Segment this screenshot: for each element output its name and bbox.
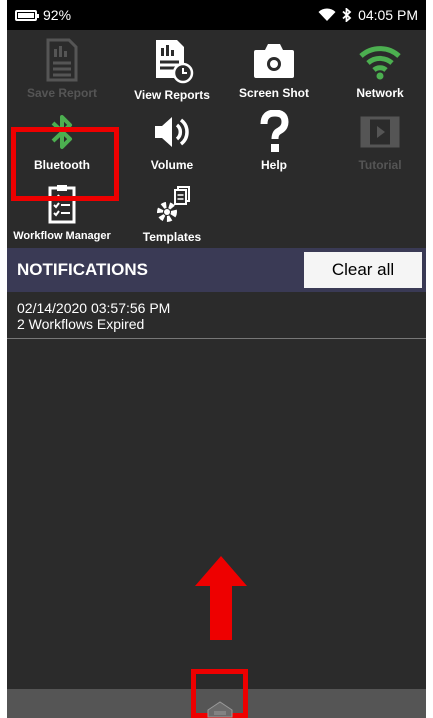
camera-icon [254,44,294,78]
battery-icon [15,9,39,21]
device-screen: 92% 04:05 PM Save Report View Reports Sc… [7,0,426,718]
tile-label: Tutorial [358,158,402,172]
tile-templates[interactable]: Templates [122,182,222,252]
bluetooth-icon [342,8,352,22]
tile-save-report: Save Report [12,38,112,108]
tile-tutorial: Tutorial [330,110,426,180]
tile-label: Workflow Manager [13,230,111,242]
status-bar: 92% 04:05 PM [7,0,426,30]
tile-label: Save Report [26,86,98,100]
notifications-header: NOTIFICATIONS Clear all [7,248,426,292]
tutorial-icon [360,116,400,148]
save-report-icon [46,38,78,82]
status-time: 04:05 PM [358,7,418,23]
wifi-icon [359,46,401,80]
tile-label: Network [356,86,404,100]
bluetooth-highlight-box [11,127,119,201]
volume-icon [155,117,189,147]
view-reports-icon [156,40,194,84]
tile-label: Templates [142,230,202,244]
tile-volume[interactable]: Volume [122,110,222,180]
notification-item[interactable]: 02/14/2020 03:57:56 PM 2 Workflows Expir… [7,292,426,339]
tile-screen-shot[interactable]: Screen Shot [224,38,324,108]
drawer-handle-icon[interactable] [205,700,235,718]
tile-network[interactable]: Network [330,38,426,108]
templates-icon [157,186,190,222]
notification-message: 2 Workflows Expired [17,316,145,332]
notification-timestamp: 02/14/2020 03:57:56 PM [17,300,171,316]
tile-label: Screen Shot [238,86,310,100]
tile-label: View Reports [134,88,210,102]
tile-label: Help [260,158,287,172]
tile-help[interactable]: Help [224,110,324,180]
clear-all-button[interactable]: Clear all [304,252,422,288]
notifications-title: NOTIFICATIONS [17,260,148,279]
quick-settings-grid: Save Report View Reports Screen Shot Net… [7,30,426,248]
tile-label: Volume [150,158,194,172]
battery-percent: 92% [43,7,72,23]
arrow-up-icon [195,556,247,640]
wifi-icon [318,8,336,21]
tile-view-reports[interactable]: View Reports [122,38,222,108]
help-icon [260,110,289,152]
